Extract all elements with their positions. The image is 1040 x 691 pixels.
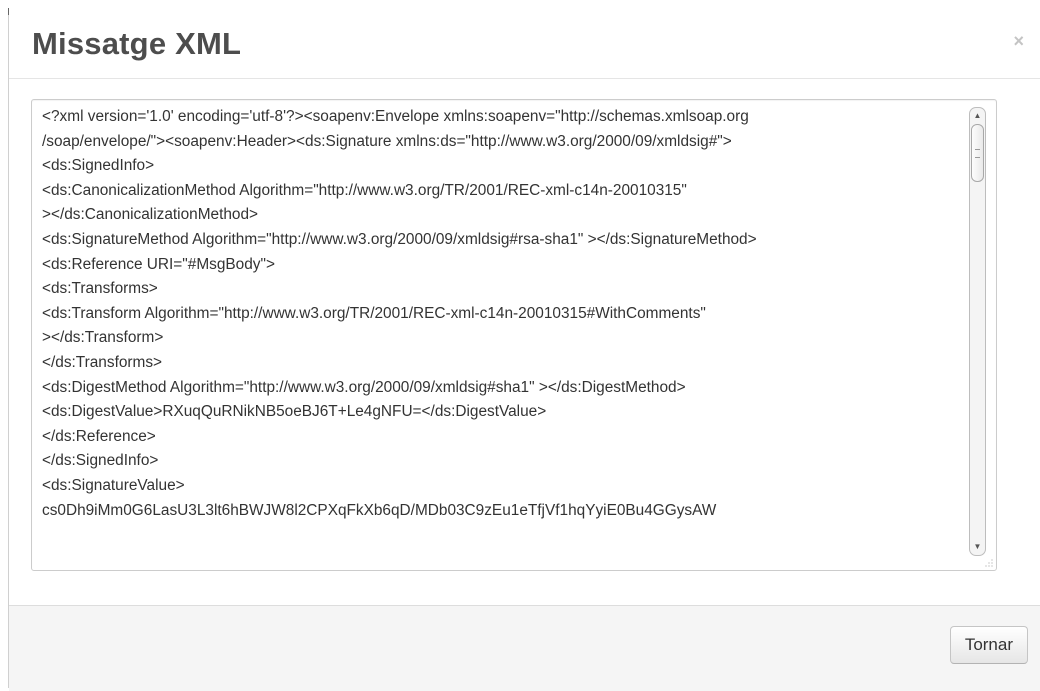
modal-title: Missatge XML <box>32 26 242 61</box>
xml-content[interactable]: <?xml version='1.0' encoding='utf-8'?><s… <box>42 105 970 523</box>
modal-header: Missatge XML × <box>9 8 1040 79</box>
return-button[interactable]: Tornar <box>949 626 1028 664</box>
xml-textarea[interactable]: <?xml version='1.0' encoding='utf-8'?><s… <box>31 99 997 571</box>
xml-message-modal: Missatge XML × <?xml version='1.0' encod… <box>9 8 1040 691</box>
scroll-down-arrow-icon[interactable]: ▼ <box>970 540 985 554</box>
thumb-grip-icon <box>975 149 980 158</box>
modal-body: <?xml version='1.0' encoding='utf-8'?><s… <box>9 79 1040 605</box>
scrollbar-thumb[interactable] <box>971 124 984 182</box>
scroll-up-arrow-icon[interactable]: ▲ <box>970 109 985 123</box>
modal-footer: Tornar <box>9 605 1040 691</box>
resize-handle-icon[interactable] <box>985 559 993 567</box>
close-icon[interactable]: × <box>1013 32 1024 50</box>
vertical-scrollbar[interactable]: ▲ ▼ <box>969 107 986 556</box>
